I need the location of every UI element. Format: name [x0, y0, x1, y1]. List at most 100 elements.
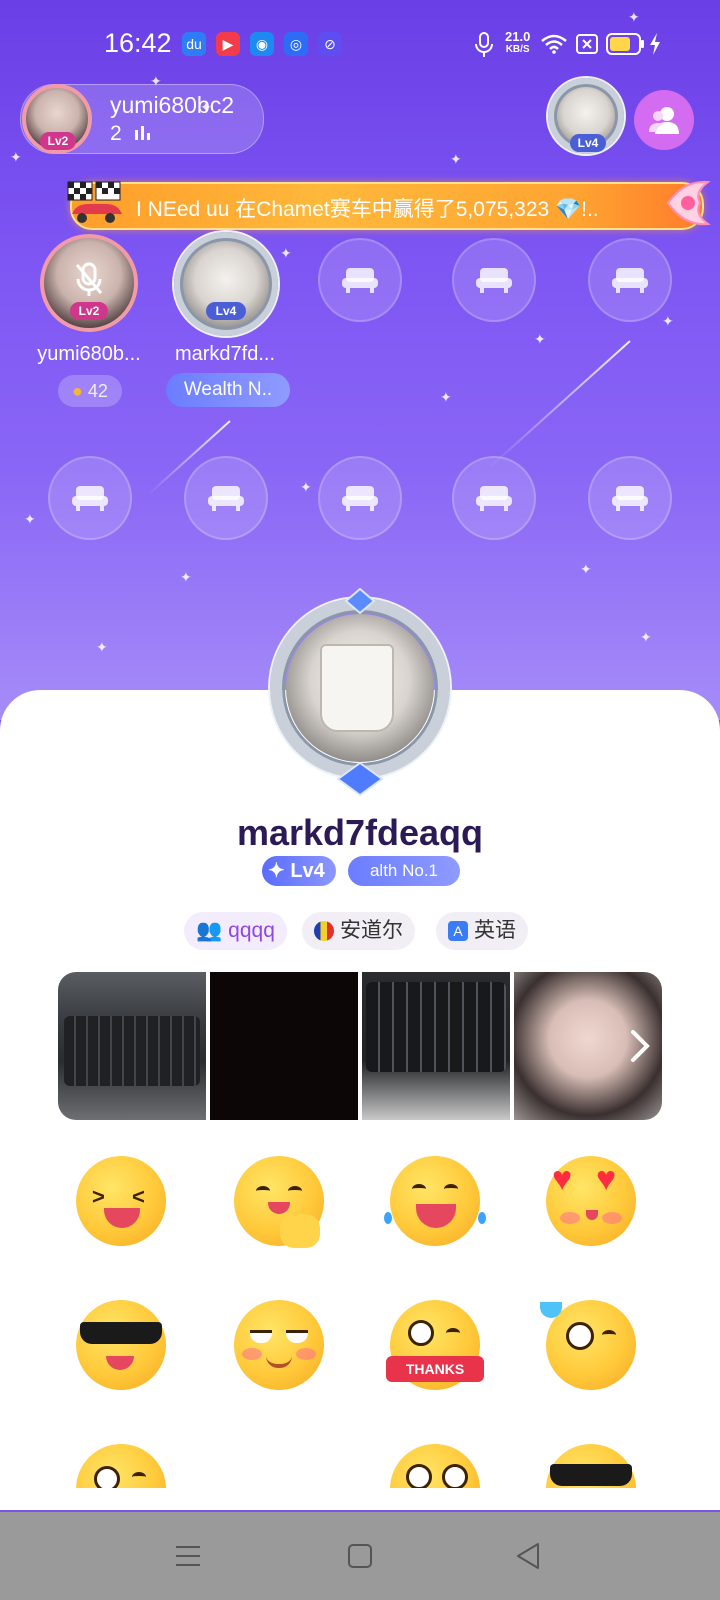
star-decoration: ✦: [280, 245, 292, 261]
status-bar: 16:42 du ▶ ◉ ◎ ⊘ 21.0 KB/S: [0, 0, 720, 88]
star-decoration: ✦: [24, 511, 36, 527]
photo-dark[interactable]: [210, 972, 358, 1120]
photo-keyboard-1[interactable]: [58, 972, 206, 1120]
tears-of-joy-emoji[interactable]: [384, 1156, 486, 1246]
vpn-icon: ⊘: [318, 32, 342, 56]
host-viewer-count: 2: [110, 122, 152, 146]
sunglasses-emoji[interactable]: [76, 1300, 166, 1390]
profile-photo-strip[interactable]: [58, 972, 662, 1120]
race-car-icon: [67, 181, 122, 223]
empty-seat-10[interactable]: [588, 456, 672, 540]
sofa-icon: [208, 486, 244, 511]
sofa-icon: [476, 486, 512, 511]
coin-icon: ●: [72, 381, 83, 401]
host-level-badge: Lv2: [40, 132, 76, 150]
empty-seat-3[interactable]: [318, 238, 402, 322]
network-speed-unit: KB/S: [505, 44, 530, 55]
seat-2-wealth-badge: Wealth N..: [166, 373, 290, 407]
camera-app-icon: ◉: [250, 32, 274, 56]
browser-icon: ◎: [284, 32, 308, 56]
seat-1-level-badge: Lv2: [70, 302, 108, 320]
wings-emblem-icon: [666, 180, 711, 226]
sofa-icon: [72, 486, 108, 511]
star-decoration: ✦: [96, 639, 108, 655]
system-navigation-bar: [0, 1512, 720, 1600]
home-button[interactable]: [340, 1536, 380, 1576]
sofa-icon: [342, 486, 378, 511]
empty-seat-5[interactable]: [588, 238, 672, 322]
menu-icon: [176, 1546, 200, 1566]
tag-label: 安道尔: [340, 919, 403, 942]
profile-level-text: Lv4: [290, 860, 325, 882]
star-decoration: ✦: [180, 569, 192, 585]
back-triangle-icon: [517, 1543, 539, 1569]
signal-bars-icon: [134, 126, 150, 140]
profile-wealth-badge: alth No.1: [348, 856, 460, 886]
viewer-count-value: 2: [110, 122, 122, 145]
tag-label: 英语: [474, 919, 516, 942]
back-button[interactable]: [508, 1536, 548, 1576]
thanks-sign: THANKS: [386, 1356, 484, 1382]
baidu-icon: du: [182, 32, 206, 56]
heart-eyes-emoji[interactable]: ♥ ♥: [546, 1156, 636, 1246]
photo-keyboard-2[interactable]: [362, 972, 510, 1120]
seat-1-coin-count: 42: [87, 381, 108, 401]
star-decoration: ✦: [10, 149, 22, 165]
microphone-icon: [475, 32, 493, 57]
frame-gem-top: [344, 588, 376, 614]
emoji-grid-cutoff: [0, 1488, 720, 1510]
language-icon: A: [448, 921, 468, 941]
profile-level-badge: ✦ Lv4: [262, 856, 336, 886]
charging-icon: [650, 33, 660, 55]
avatar-frame: [270, 598, 450, 778]
frame-gem-bottom: [336, 762, 384, 796]
sofa-icon: [342, 268, 378, 293]
seat-1-name: yumi680b...: [37, 343, 141, 365]
level-star-icon: ✦: [268, 860, 285, 882]
battery-icon: [606, 33, 644, 55]
star-decoration: ✦: [640, 629, 652, 645]
sofa-icon: [476, 268, 512, 293]
home-square-icon: [348, 1544, 372, 1568]
video-icon: ▶: [216, 32, 240, 56]
members-button[interactable]: [634, 90, 694, 150]
wink-drink-emoji[interactable]: [540, 1300, 636, 1390]
star-decoration: ✦: [534, 331, 546, 347]
smug-emoji[interactable]: [234, 1300, 324, 1390]
chevron-right-icon[interactable]: [628, 1028, 652, 1064]
seat-2-level-badge: Lv4: [206, 302, 246, 320]
empty-seat-8[interactable]: [318, 456, 402, 540]
avatar-frame: [174, 232, 278, 336]
profile-tag-language: A 英语: [436, 912, 528, 950]
seat-2-name: markd7fd...: [174, 343, 276, 365]
empty-seat-4[interactable]: [452, 238, 536, 322]
star-decoration: ✦: [580, 561, 592, 577]
banner-message: I NEed uu 在Chamet赛车中赢得了5,075,323 💎!..: [136, 198, 599, 221]
wifi-icon: [541, 34, 567, 54]
gift-announcement-banner[interactable]: I NEed uu 在Chamet赛车中赢得了5,075,323 💎!..: [70, 182, 704, 230]
profile-tag-country: 安道尔: [302, 912, 415, 950]
laughing-emoji[interactable]: > <: [76, 1156, 166, 1246]
empty-seat-9[interactable]: [452, 456, 536, 540]
sofa-icon: [612, 486, 648, 511]
network-speed: 21.0 KB/S: [505, 30, 530, 56]
empty-seat-7[interactable]: [184, 456, 268, 540]
status-time: 16:42: [104, 28, 172, 58]
owner-level-badge: Lv4: [570, 134, 606, 152]
people-icon: [649, 107, 679, 134]
mic-muted-icon: [75, 262, 103, 296]
tag-label: qqqq: [228, 919, 275, 942]
sim-icon: [576, 34, 598, 54]
praying-emoji[interactable]: [234, 1156, 324, 1248]
sofa-icon: [612, 268, 648, 293]
empty-seat-6[interactable]: [48, 456, 132, 540]
andorra-flag-icon: [314, 921, 334, 941]
thanks-emoji[interactable]: THANKS: [386, 1300, 484, 1390]
profile-username: markd7fdeaqq: [236, 812, 484, 853]
network-speed-value: 21.0: [505, 29, 531, 44]
star-decoration: ✦: [662, 313, 674, 329]
star-decoration: ✦: [300, 479, 312, 495]
star-decoration: ✦: [450, 151, 462, 167]
seat-1-coins: ● 42: [58, 375, 122, 407]
menu-button[interactable]: [168, 1536, 208, 1576]
